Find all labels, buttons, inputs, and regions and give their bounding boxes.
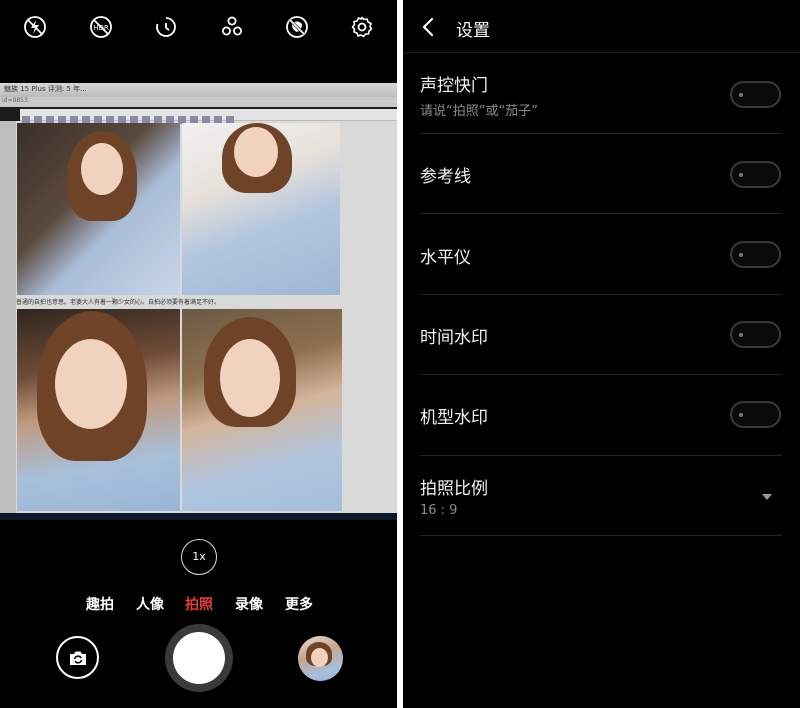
scene-photo <box>182 309 342 511</box>
screen-toolbar <box>20 109 397 124</box>
flash-off-icon[interactable] <box>23 15 47 39</box>
camera-mode-selector: 趣拍 人像 拍照 录像 更多 <box>0 594 397 614</box>
back-icon[interactable] <box>419 16 439 38</box>
gear-icon[interactable] <box>350 15 374 39</box>
screen-caption: 普通的自拍也意思。老婆大人有着一颗少女的心。自拍必须要有着满足不好。 <box>16 299 221 306</box>
hdr-off-icon[interactable]: HDR <box>89 15 113 39</box>
setting-label: 参考线 <box>420 167 471 187</box>
timer-icon[interactable] <box>154 15 178 39</box>
camera-top-bar: HDR <box>0 0 397 56</box>
switch-camera-button[interactable] <box>56 636 99 679</box>
filter-icon[interactable] <box>220 15 244 39</box>
setting-label: 机型水印 <box>420 408 488 428</box>
scene-photo <box>17 123 180 295</box>
setting-voice-shutter[interactable]: 声控快门 请说“拍照”或“茄子” <box>420 54 782 134</box>
setting-level[interactable]: 水平仪 <box>420 214 782 295</box>
switch-camera-icon <box>70 651 86 665</box>
scene-photo <box>17 309 180 511</box>
setting-label: 时间水印 <box>420 328 488 348</box>
model-watermark-toggle[interactable] <box>730 401 781 428</box>
shutter-button[interactable] <box>173 632 225 684</box>
settings-header: 设置 <box>403 0 800 53</box>
settings-screen: 设置 声控快门 请说“拍照”或“茄子” 参考线 水平仪 时间水印 机型水印 拍照… <box>403 0 800 708</box>
beauty-off-icon[interactable] <box>285 15 309 39</box>
setting-time-watermark[interactable]: 时间水印 <box>420 295 782 375</box>
setting-grid-lines[interactable]: 参考线 <box>420 134 782 214</box>
setting-label: 声控快门 <box>420 76 488 96</box>
mode-video[interactable]: 录像 <box>235 594 263 614</box>
camera-screen: HDR 魅族 15 Plus 评测: 5 年... id=9853 <box>0 0 397 708</box>
screen-window-titlebar: 魅族 15 Plus 评测: 5 年... <box>0 83 397 97</box>
setting-model-watermark[interactable]: 机型水印 <box>420 375 782 456</box>
mode-more[interactable]: 更多 <box>285 594 313 614</box>
screen-bottom-edge <box>0 513 397 520</box>
grid-lines-toggle[interactable] <box>730 161 781 188</box>
screen-window-title: 魅族 15 Plus 评测: 5 年... <box>4 85 87 93</box>
time-watermark-toggle[interactable] <box>730 321 781 348</box>
mode-fun[interactable]: 趣拍 <box>86 594 114 614</box>
voice-shutter-toggle[interactable] <box>730 81 781 108</box>
screen-tab-text: id=9853 <box>2 97 28 104</box>
page-title: 设置 <box>456 21 490 41</box>
setting-description: 请说“拍照”或“茄子” <box>420 104 538 119</box>
mode-portrait[interactable]: 人像 <box>136 594 164 614</box>
mode-photo[interactable]: 拍照 <box>185 594 213 614</box>
screen-gutter <box>0 121 16 520</box>
level-toggle[interactable] <box>730 241 781 268</box>
setting-label: 水平仪 <box>420 248 471 268</box>
gallery-thumbnail[interactable] <box>298 636 343 681</box>
screen-tab-bar: id=9853 <box>0 97 397 107</box>
dropdown-arrow-icon[interactable] <box>762 494 772 500</box>
zoom-button[interactable]: 1x <box>181 539 217 575</box>
photo-ratio-value: 16 : 9 <box>420 503 458 518</box>
setting-label: 拍照比例 <box>420 479 488 499</box>
camera-viewfinder[interactable]: 魅族 15 Plus 评测: 5 年... id=9853 普通的自拍也意思。老… <box>0 83 397 520</box>
setting-photo-ratio[interactable]: 拍照比例 16 : 9 <box>420 456 782 536</box>
scene-photo <box>182 123 340 295</box>
